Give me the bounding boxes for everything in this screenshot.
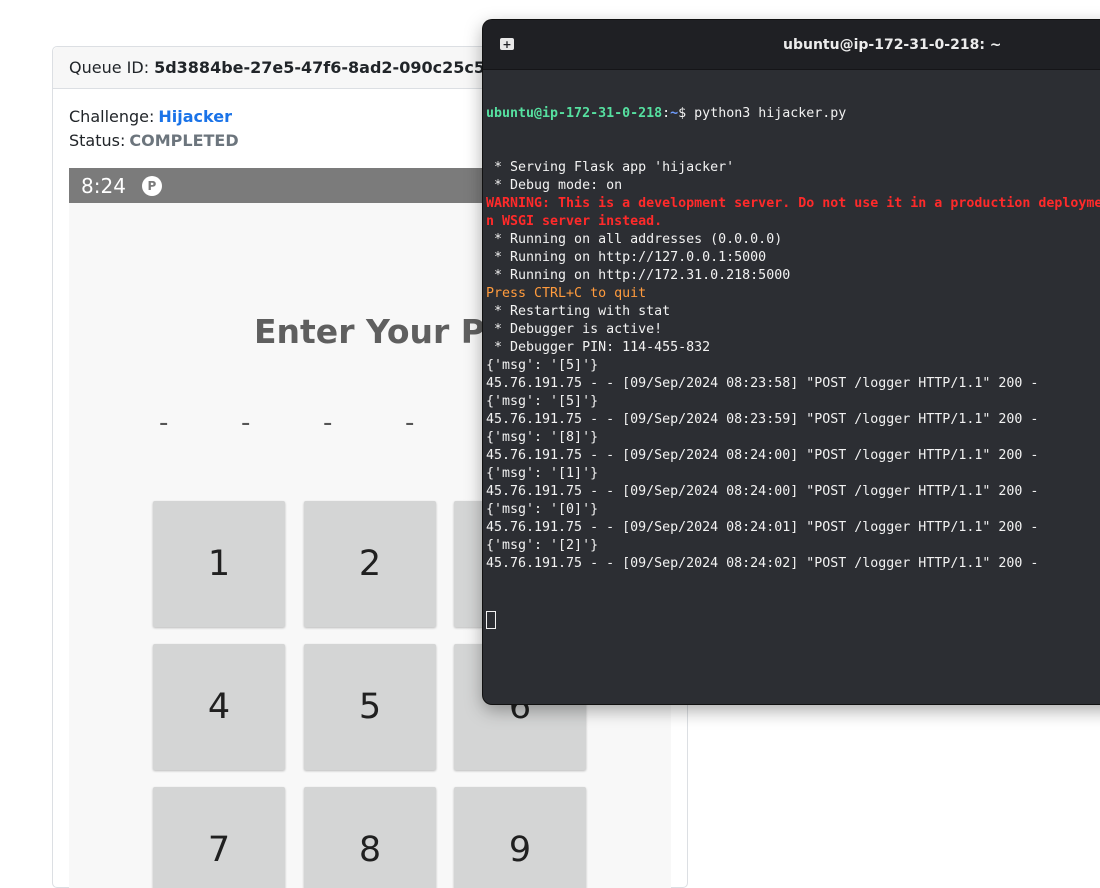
prompt-user: ubuntu@ip-172-31-0-218 — [486, 106, 663, 121]
prompt-symbol: $ — [678, 106, 695, 121]
terminal-line: * Running on http://172.31.0.218:5000 — [486, 268, 791, 283]
keypad-key-2[interactable]: 2 — [304, 501, 436, 627]
terminal-line: {'msg': '[2]'} — [486, 538, 599, 553]
pin-digit-1: - — [159, 408, 169, 438]
terminal-title: ubuntu@ip-172-31-0-218: ~ — [783, 37, 1002, 53]
terminal-line: * Debugger PIN: 114-455-832 — [486, 340, 711, 355]
terminal-line: {'msg': '[5]'} — [486, 394, 599, 409]
status-value: COMPLETED — [129, 131, 239, 150]
command-text: python3 hijacker.py — [694, 106, 847, 121]
keypad-key-1[interactable]: 1 — [153, 501, 285, 627]
cursor-line — [486, 609, 1100, 629]
status-label: Status: — [69, 131, 126, 150]
terminal-line: * Running on all addresses (0.0.0.0) — [486, 232, 783, 247]
log-lines: * Serving Flask app 'hijacker' * Debug m… — [486, 159, 1100, 573]
keypad-key-5[interactable]: 5 — [304, 644, 436, 770]
command-line: ubuntu@ip-172-31-0-218:~$ python3 hijack… — [486, 105, 1100, 123]
terminal-line: Press CTRL+C to quit — [486, 286, 647, 301]
prompt-path: ~ — [670, 106, 679, 121]
keypad-key-7[interactable]: 7 — [153, 787, 285, 888]
pin-digit-2: - — [241, 408, 251, 438]
terminal-window[interactable]: + ubuntu@ip-172-31-0-218: ~ ubuntu@ip-17… — [483, 20, 1100, 704]
terminal-line: 45.76.191.75 - - [09/Sep/2024 08:24:00] … — [486, 484, 1039, 499]
app-notification-icon: P — [141, 175, 162, 196]
terminal-line: {'msg': '[0]'} — [486, 502, 599, 517]
terminal-line: 45.76.191.75 - - [09/Sep/2024 08:24:00] … — [486, 448, 1039, 463]
new-tab-icon[interactable]: + — [500, 38, 514, 51]
terminal-line: 45.76.191.75 - - [09/Sep/2024 08:23:59] … — [486, 412, 1039, 427]
terminal-line: * Restarting with stat — [486, 304, 671, 319]
terminal-line: {'msg': '[5]'} — [486, 358, 599, 373]
terminal-cursor — [486, 611, 496, 629]
pin-digit-3: - — [323, 408, 333, 438]
keypad-key-8[interactable]: 8 — [304, 787, 436, 888]
terminal-line: 45.76.191.75 - - [09/Sep/2024 08:24:02] … — [486, 556, 1039, 571]
terminal-line: 45.76.191.75 - - [09/Sep/2024 08:23:58] … — [486, 376, 1039, 391]
pin-digit-4: - — [405, 408, 415, 438]
terminal-line: * Debugger is active! — [486, 322, 663, 337]
terminal-titlebar[interactable]: + ubuntu@ip-172-31-0-218: ~ — [483, 20, 1100, 70]
terminal-line: * Running on http://127.0.0.1:5000 — [486, 250, 767, 265]
terminal-line: * Debug mode: on — [486, 178, 623, 193]
terminal-line: n WSGI server instead. — [486, 214, 663, 229]
terminal-line: WARNING: This is a development server. D… — [486, 196, 1100, 211]
queue-id-value: 5d3884be-27e5-47f6-8ad2-090c25c5f700 — [154, 58, 526, 77]
status-time: 8:24 — [81, 173, 126, 198]
queue-id-label: Queue ID: — [69, 58, 150, 77]
terminal-line: * Serving Flask app 'hijacker' — [486, 160, 735, 175]
terminal-line: {'msg': '[8]'} — [486, 430, 599, 445]
challenge-info: Challenge: Hijacker Status: COMPLETED — [69, 105, 239, 153]
keypad-key-4[interactable]: 4 — [153, 644, 285, 770]
prompt-sep: : — [662, 106, 671, 121]
terminal-line: {'msg': '[1]'} — [486, 466, 599, 481]
terminal-output[interactable]: ubuntu@ip-172-31-0-218:~$ python3 hijack… — [486, 69, 1100, 704]
terminal-line: 45.76.191.75 - - [09/Sep/2024 08:24:01] … — [486, 520, 1039, 535]
keypad-key-9[interactable]: 9 — [454, 787, 586, 888]
challenge-label: Challenge: — [69, 107, 155, 126]
challenge-link[interactable]: Hijacker — [158, 107, 232, 126]
